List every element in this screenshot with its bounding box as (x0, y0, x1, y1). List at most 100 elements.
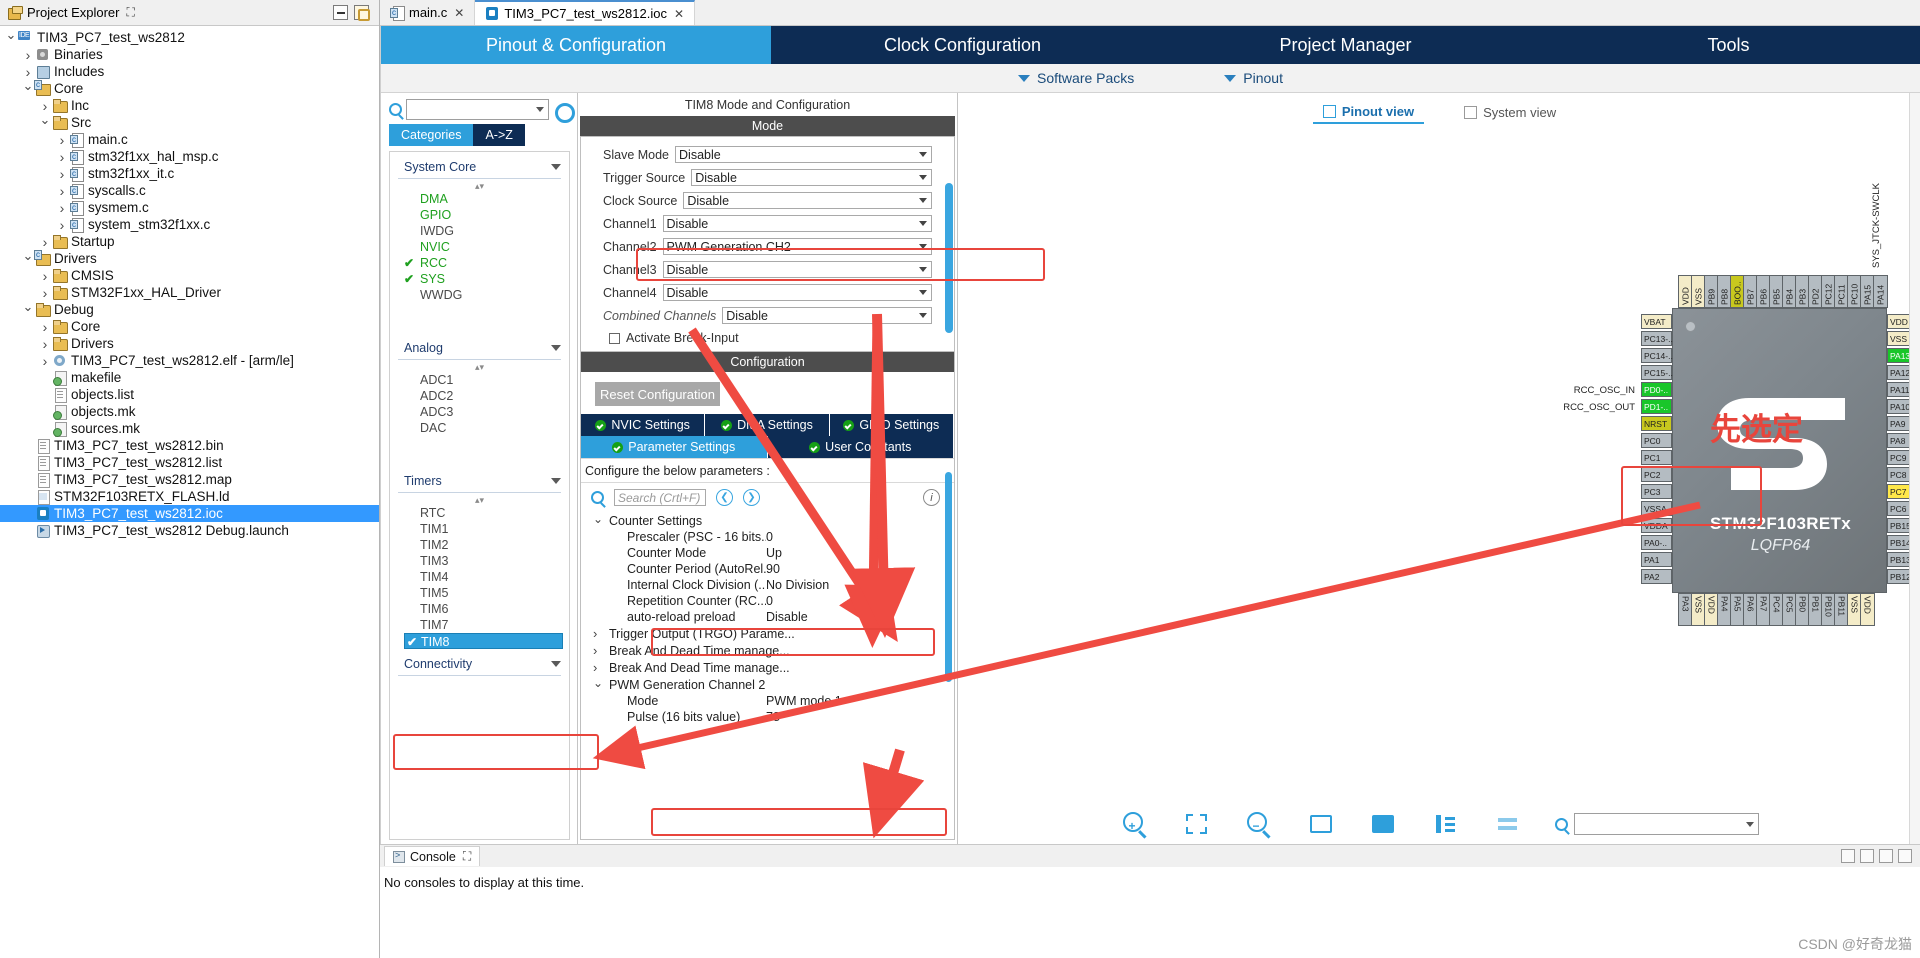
tree-item[interactable]: Core (0, 318, 379, 335)
tree-twisty-icon[interactable] (4, 30, 18, 46)
cubemx-right-scrollbar[interactable] (1909, 93, 1920, 844)
ip-item-tim4[interactable]: TIM4 (390, 569, 569, 585)
ip-item-rtc[interactable]: RTC (390, 505, 569, 521)
pin-left-PD0-..[interactable]: PD0-.. (1641, 382, 1672, 397)
cubemx-tab-pinout---configuration[interactable]: Pinout & Configuration (381, 26, 771, 64)
tree-twisty-icon[interactable] (55, 132, 69, 148)
ip-group-header-analog[interactable]: Analog (390, 333, 569, 359)
ip-item-tim1[interactable]: TIM1 (390, 521, 569, 537)
pin-left-PC15-..[interactable]: PC15-.. (1641, 365, 1673, 380)
tree-twisty-icon[interactable] (55, 217, 69, 233)
param-value[interactable]: Disable (766, 610, 808, 624)
parameter-search-input[interactable]: Search (Crtl+F) (614, 489, 706, 506)
pin-left-PC1[interactable]: PC1 (1641, 450, 1672, 465)
parameter-list[interactable]: Counter SettingsPrescaler (PSC - 16 bits… (581, 512, 954, 725)
tree-item[interactable]: Inc (0, 97, 379, 114)
param-row[interactable]: Internal Clock Division (... No Division (581, 577, 954, 593)
tree-item[interactable]: sources.mk (0, 420, 379, 437)
tree-item[interactable]: STM32F1xx_HAL_Driver (0, 284, 379, 301)
ip-item-adc2[interactable]: ADC2 (390, 388, 569, 404)
tree-item[interactable]: STM32F103RETX_FLASH.ld (0, 488, 379, 505)
config-tab-user-constants[interactable]: User Constants (767, 436, 954, 458)
param-row[interactable]: Prescaler (PSC - 16 bits... 0 (581, 529, 954, 545)
tree-item[interactable]: TIM3_PC7_test_ws2812 (0, 29, 379, 46)
tree-item[interactable]: Debug (0, 301, 379, 318)
tree-item[interactable]: Startup (0, 233, 379, 250)
param-group-3[interactable]: Break And Dead Time manage... (581, 659, 954, 676)
ip-item-adc1[interactable]: ADC1 (390, 372, 569, 388)
tree-item[interactable]: TIM3_PC7_test_ws2812.list (0, 454, 379, 471)
pin-search-input[interactable] (1573, 813, 1759, 835)
tree-item[interactable]: TIM3_PC7_test_ws2812.ioc (0, 505, 379, 522)
scroll-spinner-icon[interactable]: ▴▾ (390, 495, 569, 505)
show-labels-icon[interactable] (1307, 810, 1335, 838)
ip-group-header-timers[interactable]: Timers (390, 466, 569, 492)
info-icon[interactable]: i (923, 489, 940, 506)
ip-item-dac[interactable]: DAC (390, 420, 569, 436)
ip-item-tim7[interactable]: TIM7 (390, 617, 569, 633)
mode-checkbox-row[interactable]: Activate Break-Input (581, 327, 954, 349)
tab-console[interactable]: Console ⛶ (384, 846, 481, 866)
scroll-spinner-icon[interactable]: ▴▾ (390, 181, 569, 191)
param-value[interactable]: 78 (766, 710, 780, 724)
param-row[interactable]: auto-reload preload Disable (581, 609, 954, 625)
checkbox[interactable] (609, 332, 620, 344)
fit-to-screen-icon[interactable] (1183, 810, 1211, 838)
pin-top-PA14[interactable]: PA14 (1873, 275, 1888, 308)
config-tab-parameter-settings[interactable]: Parameter Settings (581, 436, 768, 458)
parameter-scrollbar[interactable] (945, 472, 952, 829)
pin-console-icon[interactable] (1898, 849, 1912, 863)
maximize-icon[interactable] (1841, 849, 1855, 863)
tree-item[interactable]: Binaries (0, 46, 379, 63)
pinout-menu[interactable]: Pinout (1224, 70, 1283, 86)
ip-item-tim2[interactable]: TIM2 (390, 537, 569, 553)
reset-configuration-button[interactable]: Reset Configuration (595, 382, 720, 406)
close-icon[interactable]: ✕ (674, 7, 684, 21)
param-value[interactable]: Up (766, 546, 782, 560)
scroll-spinner-icon[interactable]: ▴▾ (390, 362, 569, 372)
mode-row-select[interactable]: Disable (662, 215, 932, 232)
tree-item[interactable]: system_stm32f1xx.c (0, 216, 379, 233)
ip-item-tim5[interactable]: TIM5 (390, 585, 569, 601)
tree-twisty-icon[interactable] (38, 234, 52, 250)
tab-project-explorer[interactable]: Project Explorer ⛶ (4, 5, 139, 20)
tree-item[interactable]: Drivers (0, 250, 379, 267)
tree-item[interactable]: syscalls.c (0, 182, 379, 199)
tree-item[interactable]: makefile (0, 369, 379, 386)
tree-item[interactable]: TIM3_PC7_test_ws2812.map (0, 471, 379, 488)
config-tab-dma-settings[interactable]: DMA Settings (705, 414, 830, 436)
param-row[interactable]: Repetition Counter (RC... 0 (581, 593, 954, 609)
config-tab-nvic-settings[interactable]: NVIC Settings (581, 414, 706, 436)
tree-item[interactable]: stm32f1xx_hal_msp.c (0, 148, 379, 165)
tab-system-view[interactable]: System view (1454, 101, 1566, 124)
collapse-labels-icon[interactable] (1493, 810, 1521, 838)
software-packs-menu[interactable]: Software Packs (1018, 70, 1134, 86)
tree-twisty-icon[interactable] (55, 166, 69, 182)
tab-a-to-z[interactable]: A->Z (473, 124, 525, 146)
tree-item[interactable]: stm32f1xx_it.c (0, 165, 379, 182)
pin-left-VBAT[interactable]: VBAT (1641, 314, 1672, 329)
pin-left-PC0[interactable]: PC0 (1641, 433, 1672, 448)
ip-group-header-system-core[interactable]: System Core (390, 152, 569, 178)
previous-icon[interactable]: ❮ (716, 489, 733, 506)
tree-twisty-icon[interactable] (593, 660, 603, 675)
ip-item-adc3[interactable]: ADC3 (390, 404, 569, 420)
tree-item[interactable]: Includes (0, 63, 379, 80)
tree-twisty-icon[interactable] (38, 115, 52, 131)
ip-item-tim3[interactable]: TIM3 (390, 553, 569, 569)
tree-twisty-icon[interactable] (593, 643, 603, 658)
pin-left-PD1-..[interactable]: PD1-.. (1641, 399, 1672, 414)
cubemx-tab-clock-configuration[interactable]: Clock Configuration (771, 26, 1154, 64)
cubemx-tab-tools[interactable]: Tools (1537, 26, 1920, 64)
editor-tab-tim3-pc7-test-ws2812-ioc[interactable]: TIM3_PC7_test_ws2812.ioc ✕ (475, 0, 696, 25)
tree-twisty-icon[interactable] (21, 251, 35, 267)
tree-item[interactable]: TIM3_PC7_test_ws2812.bin (0, 437, 379, 454)
tree-twisty-icon[interactable] (38, 268, 52, 284)
param-row[interactable]: Pulse (16 bits value) 78 (581, 709, 954, 725)
tree-item[interactable]: TIM3_PC7_test_ws2812 Debug.launch (0, 522, 379, 539)
tree-item[interactable]: CMSIS (0, 267, 379, 284)
tab-pinout-view[interactable]: Pinout view (1312, 101, 1425, 124)
tree-twisty-icon[interactable] (21, 47, 35, 63)
mode-row-select[interactable]: Disable (662, 284, 932, 301)
param-group-0[interactable]: Counter Settings (581, 512, 954, 529)
